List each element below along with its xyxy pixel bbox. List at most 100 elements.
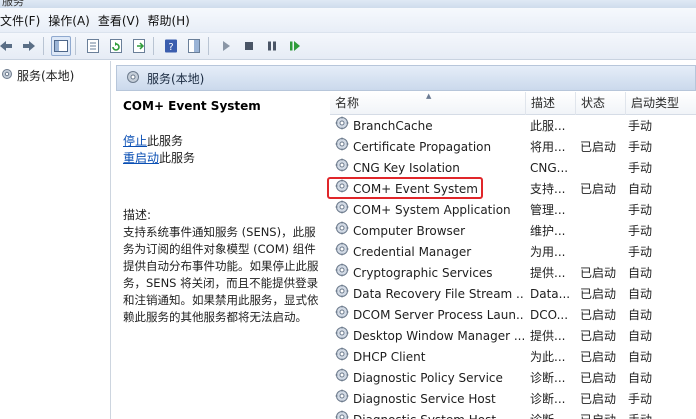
service-name: CNG Key Isolation <box>353 161 460 175</box>
service-status: 已启动 <box>580 350 617 364</box>
service-description: Data... <box>530 287 571 301</box>
service-startup-type: 手动 <box>628 392 653 406</box>
service-startup-type: 手动 <box>628 161 653 175</box>
service-name-cell: Computer Browser <box>334 221 524 242</box>
service-status: 已启动 <box>580 392 617 406</box>
service-description: 诊断... <box>530 371 566 385</box>
service-status: 已启动 <box>580 329 617 343</box>
service-status <box>580 242 626 263</box>
show-hide-tree-icon[interactable] <box>51 36 71 56</box>
restart-service-suffix: 此服务 <box>159 151 196 165</box>
console-tree: 服务(本地) <box>0 61 111 419</box>
table-row[interactable]: CNG Key Isolation CNG... 手动 <box>330 158 696 179</box>
column-name[interactable]: 名称 <box>330 92 526 115</box>
restart-service-link[interactable]: 重启动 <box>123 151 159 165</box>
refresh-icon[interactable] <box>106 36 126 56</box>
service-gear-icon <box>334 347 350 368</box>
service-startup-type: 手动 <box>628 245 653 259</box>
restart-service-icon[interactable] <box>285 36 305 56</box>
table-row[interactable]: Diagnostic Policy Service 诊断... 已启动 自动 <box>330 368 696 389</box>
table-row[interactable]: Data Recovery File Stream ... Data... 已启动自… <box>330 284 696 305</box>
table-row[interactable]: BranchCache 此服... 手动 <box>330 116 696 137</box>
pause-service-icon[interactable] <box>262 36 282 56</box>
menu-help[interactable]: 帮助(H) <box>147 12 197 29</box>
toolbar-separator <box>75 37 76 55</box>
service-gear-icon <box>334 158 350 179</box>
service-status <box>580 158 626 179</box>
table-row[interactable]: Computer Browser 维护... 手动 <box>330 221 696 242</box>
service-status <box>580 200 626 221</box>
restart-service-line: 重启动此服务 <box>123 150 324 167</box>
service-description: 此服... <box>530 119 566 133</box>
help-icon[interactable]: ? <box>161 36 181 56</box>
service-description: 支持... <box>530 182 566 196</box>
service-startup-type: 自动 <box>628 287 653 301</box>
service-name: BranchCache <box>353 119 433 133</box>
service-gear-icon <box>334 389 350 410</box>
service-status: 已启动 <box>580 371 617 385</box>
menu-file[interactable]: 文件(F) <box>0 12 48 29</box>
menu-view[interactable]: 查看(V) <box>98 12 148 29</box>
service-description: 管理... <box>530 203 566 217</box>
pane-header-label: 服务(本地) <box>147 71 205 86</box>
service-name: Data Recovery File Stream ... <box>353 287 524 301</box>
title-bar: 服务 <box>0 0 696 8</box>
gear-icon <box>0 67 14 84</box>
stop-service-icon[interactable] <box>239 36 259 56</box>
table-row[interactable]: Desktop Window Manager ... 提供... 已启动 自动 <box>330 326 696 347</box>
svg-text:?: ? <box>168 42 173 53</box>
service-startup-type: 手动 <box>628 203 653 217</box>
service-gear-icon <box>334 221 350 242</box>
service-name: Credential Manager <box>353 245 472 259</box>
column-description[interactable]: 描述 <box>526 92 576 115</box>
service-gear-icon <box>334 305 350 326</box>
service-status: 已启动 <box>580 287 617 301</box>
service-name: Certificate Propagation <box>353 140 492 154</box>
table-row[interactable]: Diagnostic Service Host 诊断... 已启动 手动 <box>330 389 696 410</box>
service-startup-type: 自动 <box>628 266 653 280</box>
service-name-cell: COM+ System Application <box>334 200 524 221</box>
service-status: 已启动 <box>580 308 617 322</box>
table-row[interactable]: DHCP Client 为此... 已启动 自动 <box>330 347 696 368</box>
service-startup-type: 自动 <box>628 182 653 196</box>
toolbar-separator <box>153 37 154 55</box>
table-row[interactable]: Certificate Propagation 将用... 已启动 手动 <box>330 137 696 158</box>
service-name-cell: Diagnostic Service Host <box>334 389 524 410</box>
table-row[interactable]: Cryptographic Services 提供... 已启动 自动 <box>330 263 696 284</box>
properties-icon[interactable] <box>83 36 103 56</box>
service-startup-type: 自动 <box>628 350 653 364</box>
back-arrow-icon[interactable] <box>0 36 16 56</box>
start-service-icon[interactable] <box>216 36 236 56</box>
service-description: CNG... <box>530 161 569 175</box>
tree-node-services-local[interactable]: 服务(本地) <box>0 67 74 84</box>
service-gear-icon <box>334 410 350 419</box>
table-row[interactable]: DCOM Server Process Laun... DCO... 已启动 自动 <box>330 305 696 326</box>
stop-service-link[interactable]: 停止 <box>123 134 147 148</box>
list-header: ▲ 名称 描述 状态 启动类型 <box>330 92 696 115</box>
service-description: 为此... <box>530 350 566 364</box>
service-startup-type: 手动 <box>628 224 653 238</box>
service-name-cell: Cryptographic Services <box>334 263 524 284</box>
menu-action[interactable]: 操作(A) <box>48 12 98 29</box>
table-row[interactable]: COM+ System Application 管理... 手动 <box>330 200 696 221</box>
column-status[interactable]: 状态 <box>576 92 626 115</box>
table-row[interactable]: Diagnostic System Host 诊断... 已启动手动 <box>330 410 696 419</box>
table-row[interactable]: Credential Manager 为用... 手动 <box>330 242 696 263</box>
column-startup-type[interactable]: 启动类型 <box>626 92 696 115</box>
window-title: 服务 <box>2 0 24 8</box>
export-list-icon[interactable] <box>129 36 149 56</box>
stop-service-line: 停止此服务 <box>123 133 324 150</box>
tree-node-label: 服务(本地) <box>17 69 75 83</box>
service-status <box>580 221 626 242</box>
show-pane-icon[interactable] <box>184 36 204 56</box>
service-status: 已启动 <box>580 266 617 280</box>
service-startup-type: 手动 <box>628 119 653 133</box>
service-description: 维护... <box>530 224 566 238</box>
toolbar-separator <box>43 37 44 55</box>
toolbar: ? <box>0 33 696 60</box>
service-status: 已启动 <box>580 410 626 419</box>
service-description: 诊断... <box>530 392 566 406</box>
service-gear-icon <box>334 368 350 389</box>
forward-arrow-icon[interactable] <box>19 36 39 56</box>
service-name-cell: CNG Key Isolation <box>334 158 524 179</box>
